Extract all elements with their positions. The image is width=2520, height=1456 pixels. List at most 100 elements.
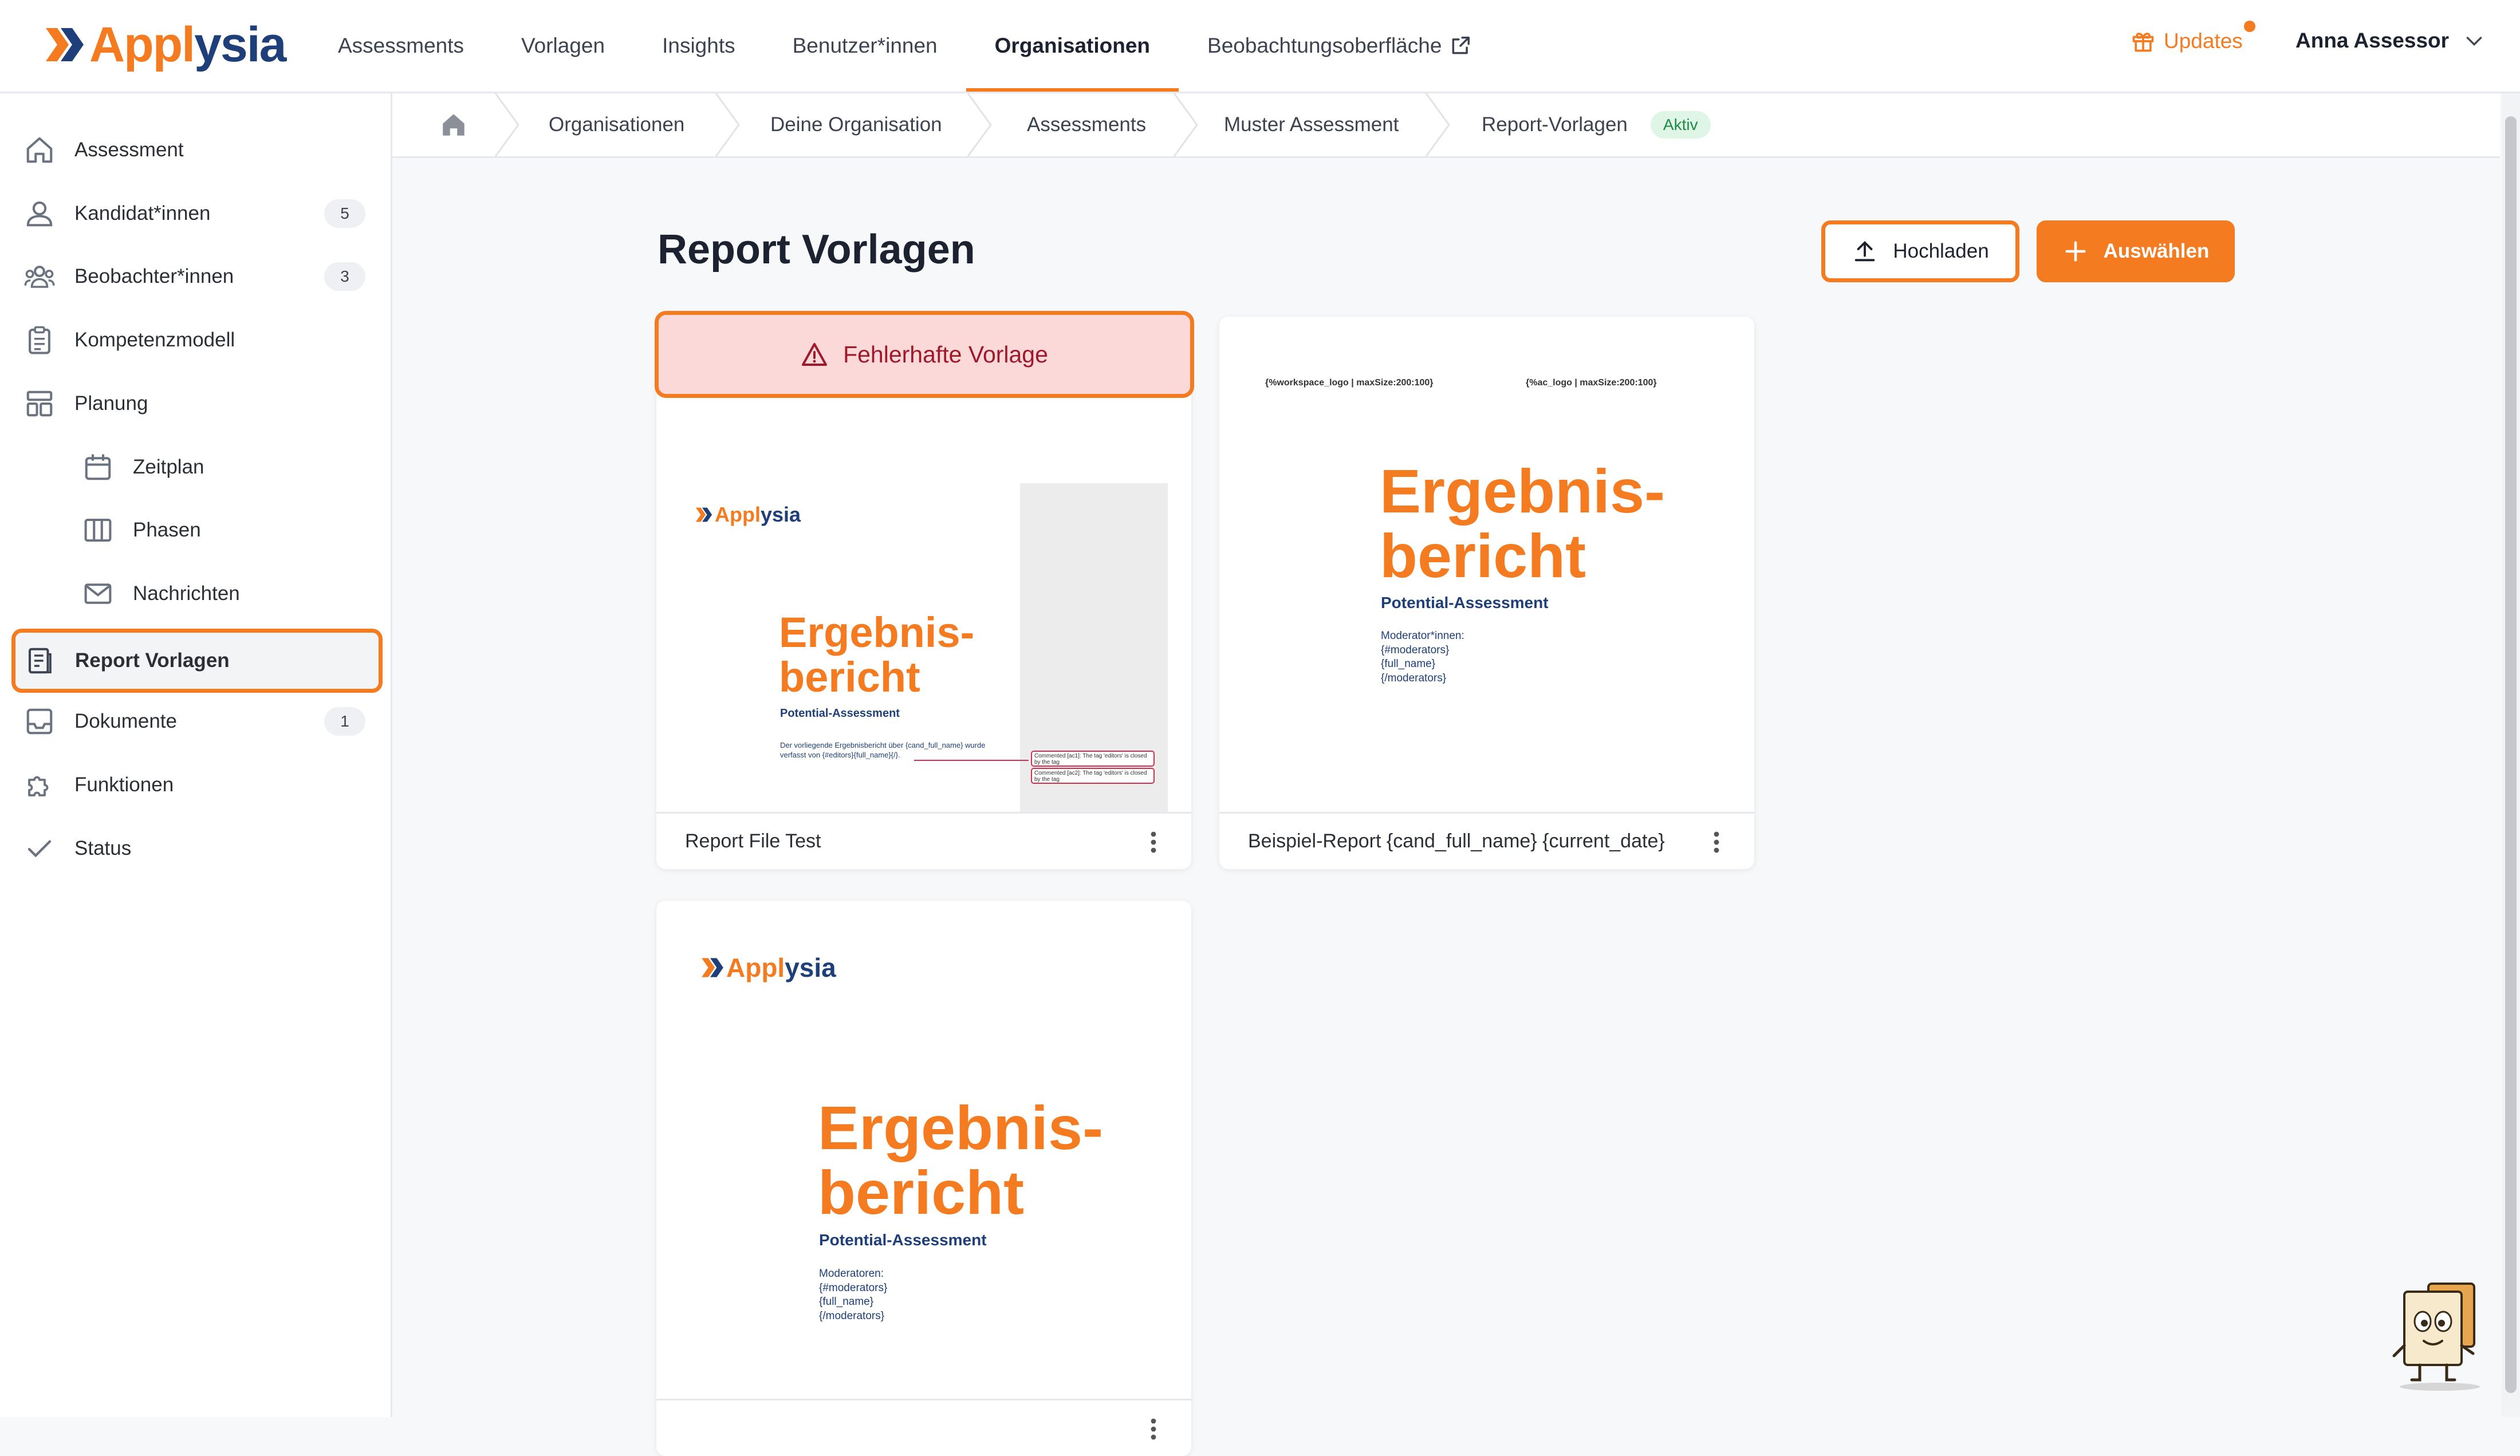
- preview-list-line: {#moderators}: [819, 1281, 888, 1294]
- sidebar-item-label: Funktionen: [74, 774, 174, 796]
- preview-heading-line2: bericht: [818, 1158, 1025, 1228]
- sidebar-item-phasen[interactable]: Phasen: [11, 502, 381, 559]
- sidebar-item-kompetenzmodell[interactable]: Kompetenzmodell: [11, 311, 381, 369]
- top-bar: Applysia Assessments Vorlagen Insights B…: [0, 0, 2520, 93]
- breadcrumb-deine-organisation[interactable]: Deine Organisation: [770, 93, 942, 156]
- error-banner-label: Fehlerhafte Vorlage: [843, 341, 1048, 368]
- clipboard-icon: [29, 326, 50, 354]
- comment-connector-line: [914, 760, 1029, 761]
- template-name: Beispiel-Report {cand_full_name} {curren…: [1248, 830, 1665, 852]
- scrollbar[interactable]: [2502, 93, 2520, 1417]
- status-badge: Aktiv: [1650, 111, 1711, 139]
- kebab-menu-icon[interactable]: [1713, 831, 1720, 854]
- sidebar-item-label: Assessment: [74, 139, 184, 161]
- sidebar-item-report-vorlagen[interactable]: Report Vorlagen: [11, 629, 383, 693]
- breadcrumb-separator-icon: [1425, 93, 1450, 156]
- error-banner: Fehlerhafte Vorlage: [655, 311, 1194, 398]
- sidebar-item-label: Kompetenzmodell: [74, 329, 235, 351]
- mascot-helper-icon[interactable]: [2388, 1277, 2491, 1391]
- preview-heading-line2: bericht: [779, 653, 920, 701]
- preview-list-line: Moderator*innen:: [1381, 630, 1464, 642]
- preview-subheading: Potential-Assessment: [780, 707, 900, 720]
- home-icon: [26, 137, 53, 163]
- preview-heading: Ergebnis- bericht: [818, 1095, 1103, 1225]
- preview-subheading: Potential-Assessment: [819, 1231, 987, 1249]
- applysia-logo[interactable]: Applysia: [45, 16, 286, 73]
- report-icon: [28, 648, 52, 674]
- chevron-down-icon: [2466, 37, 2482, 46]
- home-icon[interactable]: [439, 111, 468, 139]
- logo-chevron-icon: [702, 958, 723, 977]
- preview-logo-part2: ysia: [760, 503, 801, 526]
- template-name: Report File Test: [685, 830, 821, 852]
- check-icon: [27, 840, 52, 858]
- preview-tag-right: {%ac_logo | maxSize:200:100}: [1526, 378, 1657, 388]
- sidebar-item-assessment[interactable]: Assessment: [11, 121, 381, 179]
- breadcrumb-separator-icon: [967, 93, 992, 156]
- breadcrumb: Organisationen Deine Organisation Assess…: [392, 93, 2500, 158]
- nav-beobachtungsoberflaeche[interactable]: Beobachtungsoberfläche: [1179, 0, 1500, 92]
- gift-icon: [2132, 33, 2154, 52]
- sidebar-item-funktionen[interactable]: Funktionen: [11, 756, 381, 814]
- logo-chevron-icon: [695, 507, 712, 522]
- plus-icon: [2065, 241, 2086, 262]
- sidebar-item-kandidat-innen[interactable]: Kandidat*innen 5: [11, 185, 381, 242]
- updates-notification-dot: [2243, 21, 2255, 32]
- sidebar-item-label: Status: [74, 837, 132, 859]
- sidebar-item-label: Phasen: [133, 519, 201, 541]
- sidebar-item-label: Nachrichten: [133, 582, 240, 605]
- preview-logo: Appl ysia: [695, 503, 801, 527]
- preview-list: Moderator*innen: {#moderators} {full_nam…: [1381, 629, 1464, 686]
- logo-chevron-icon: [46, 28, 84, 61]
- sidebar-item-label: Report Vorlagen: [75, 649, 230, 672]
- layout-icon: [26, 390, 53, 417]
- upload-button[interactable]: Hochladen: [1821, 220, 2019, 282]
- breadcrumb-separator-icon: [715, 93, 740, 156]
- template-card[interactable]: {%workspace_logo | maxSize:200:100} {%ac…: [1219, 317, 1754, 869]
- breadcrumb-organisationen[interactable]: Organisationen: [549, 93, 684, 156]
- select-button[interactable]: Auswählen: [2037, 220, 2235, 282]
- preview-heading-line1: Ergebnis-: [1380, 456, 1665, 526]
- nav-vorlagen[interactable]: Vorlagen: [493, 0, 633, 92]
- warning-icon: [802, 343, 828, 366]
- preview-list-line: Moderatoren:: [819, 1268, 884, 1280]
- preview-heading-line1: Ergebnis-: [818, 1093, 1104, 1162]
- nav-benutzer[interactable]: Benutzer*innen: [764, 0, 966, 92]
- select-button-label: Auswählen: [2103, 240, 2210, 262]
- kebab-menu-icon[interactable]: [1150, 1418, 1157, 1441]
- columns-icon: [84, 518, 112, 542]
- preview-logo: Appl ysia: [701, 952, 836, 983]
- top-navigation: Assessments Vorlagen Insights Benutzer*i…: [309, 0, 1500, 92]
- breadcrumb-muster-assessment[interactable]: Muster Assessment: [1224, 93, 1399, 156]
- preview-logo-part1: Appl: [726, 953, 785, 982]
- sidebar-item-dokumente[interactable]: Dokumente 1: [11, 693, 381, 750]
- comment-box: Commented [ac2]: The tag 'editors' is cl…: [1031, 768, 1155, 784]
- card-footer: [656, 1399, 1191, 1456]
- preview-heading-line2: bericht: [1380, 521, 1586, 591]
- count-badge: 3: [324, 262, 365, 291]
- nav-assessments[interactable]: Assessments: [309, 0, 493, 92]
- scrollbar-thumb[interactable]: [2505, 116, 2517, 1393]
- user-menu[interactable]: Anna Assessor: [2295, 29, 2486, 53]
- logo-text-part1: Appl: [89, 17, 195, 72]
- sidebar-item-nachrichten[interactable]: Nachrichten: [11, 565, 381, 622]
- template-card[interactable]: Appl ysia Ergebnis- bericht Potential-Ass…: [656, 901, 1191, 1456]
- preview-tag-left: {%workspace_logo | maxSize:200:100}: [1265, 378, 1434, 388]
- external-link-icon: [1452, 37, 1470, 54]
- preview-list-line: {full_name}: [1381, 658, 1436, 670]
- nav-organisationen[interactable]: Organisationen: [966, 0, 1179, 92]
- updates-button[interactable]: Updates: [2131, 21, 2255, 54]
- count-badge: 5: [324, 199, 365, 228]
- sidebar-item-beobachter-innen[interactable]: Beobachter*innen 3: [11, 248, 381, 305]
- breadcrumb-report-vorlagen[interactable]: Report-Vorlagen Aktiv: [1482, 93, 1711, 156]
- sidebar-item-label: Planung: [74, 392, 148, 415]
- sidebar-item-status[interactable]: Status: [11, 820, 381, 877]
- breadcrumb-report-vorlagen-label: Report-Vorlagen: [1482, 113, 1628, 136]
- sidebar-item-planung[interactable]: Planung: [11, 375, 381, 432]
- preview-list-line: {/moderators}: [819, 1310, 885, 1323]
- mail-icon: [84, 583, 112, 604]
- breadcrumb-assessments[interactable]: Assessments: [1027, 93, 1146, 156]
- nav-insights[interactable]: Insights: [633, 0, 764, 92]
- sidebar-item-zeitplan[interactable]: Zeitplan: [11, 439, 381, 496]
- kebab-menu-icon[interactable]: [1150, 831, 1157, 854]
